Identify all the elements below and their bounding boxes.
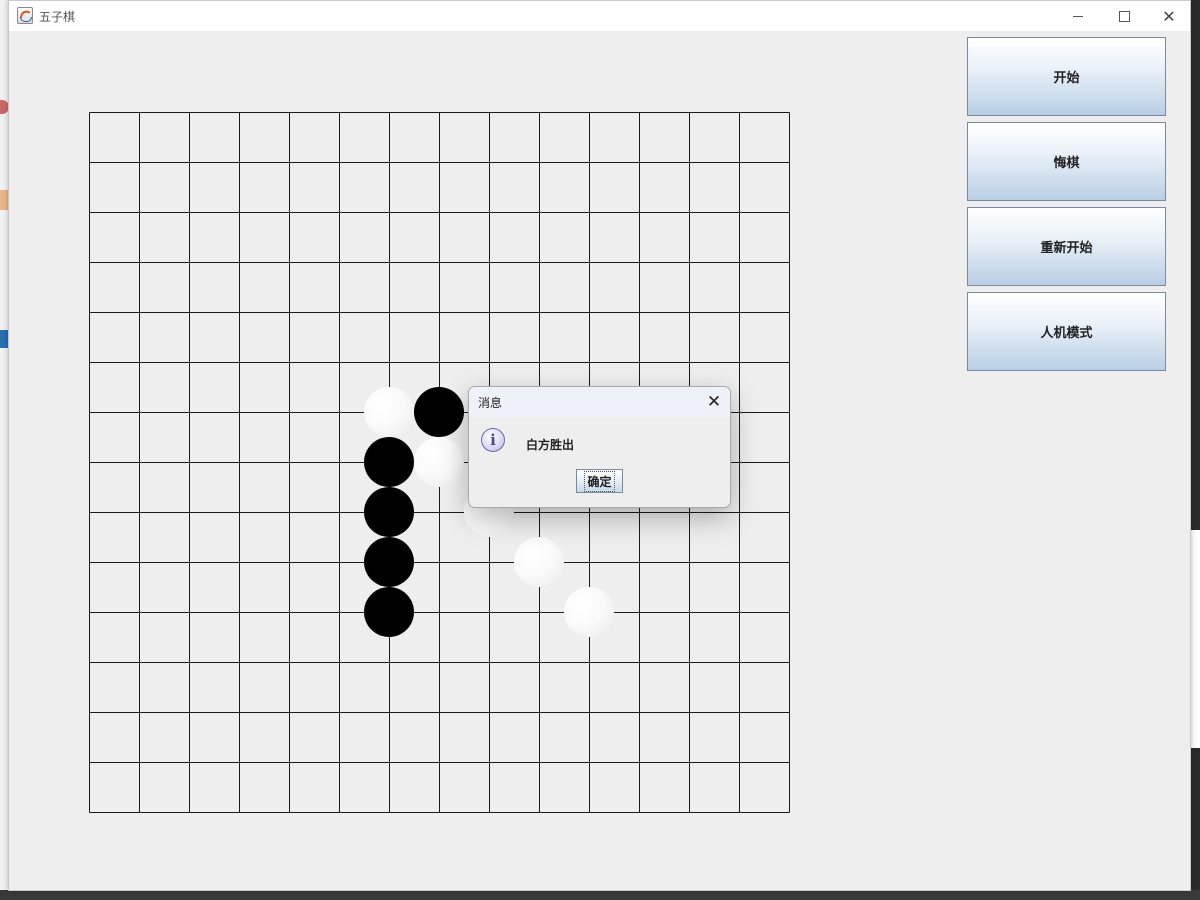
black-stone	[364, 537, 414, 587]
minimize-icon	[1073, 15, 1083, 17]
ok-button[interactable]: 确定	[576, 469, 623, 493]
black-stone	[364, 487, 414, 537]
close-icon: ✕	[706, 392, 722, 412]
ok-button-label: 确定	[584, 470, 615, 492]
title-bar: 五子棋 ✕	[9, 1, 1190, 31]
ai-mode-button[interactable]: 人机模式	[967, 292, 1166, 371]
black-stone	[414, 387, 464, 437]
dialog-close-button[interactable]: ✕	[704, 392, 724, 412]
black-stone	[364, 587, 414, 637]
info-icon: i	[481, 428, 505, 452]
dialog-title-bar: 消息 ✕	[469, 387, 730, 417]
white-stone	[364, 387, 414, 437]
dialog-message: 白方胜出	[526, 438, 575, 452]
window-title: 五子棋	[39, 10, 76, 24]
dialog-title: 消息	[478, 396, 503, 410]
white-stone	[564, 587, 614, 637]
close-icon: ✕	[1162, 6, 1176, 26]
close-button[interactable]: ✕	[1146, 1, 1192, 31]
taskbar-edge	[0, 890, 1200, 900]
java-app-icon	[17, 7, 33, 24]
maximize-icon	[1118, 10, 1130, 22]
white-stone	[414, 437, 464, 487]
white-stone	[514, 537, 564, 587]
minimize-button[interactable]	[1055, 1, 1101, 31]
restart-button[interactable]: 重新开始	[967, 207, 1166, 286]
start-button[interactable]: 开始	[967, 37, 1166, 116]
undo-button[interactable]: 悔棋	[967, 122, 1166, 201]
black-stone	[364, 437, 414, 487]
maximize-button[interactable]	[1101, 1, 1147, 31]
message-dialog: 消息 ✕ i 白方胜出 确定	[468, 386, 731, 508]
